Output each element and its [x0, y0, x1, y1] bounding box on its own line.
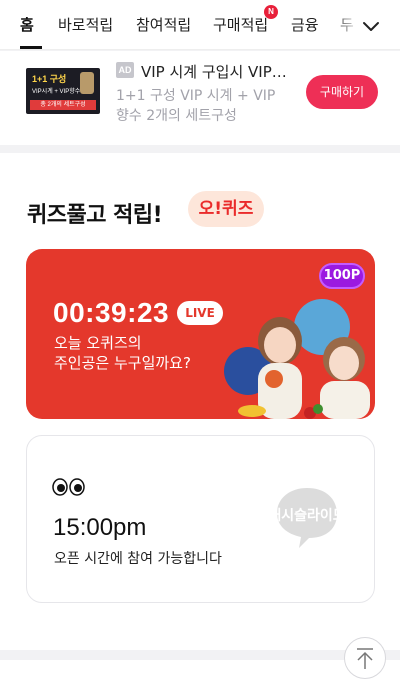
quiz-section: 퀴즈풀고 적립! 오!퀴즈 100P 00:39:23 LIVE 오늘 오퀴즈의… [0, 153, 400, 650]
tab-home[interactable]: 홈 [20, 14, 34, 35]
quiz-question: 오늘 오퀴즈의 주인공은 누구일까요? [54, 333, 244, 373]
brand-speech-icon: 캐시슬라이드 [275, 488, 339, 548]
buy-button[interactable]: 구매하기 [306, 75, 378, 109]
upcoming-quiz-card[interactable]: 15:00pm 오픈 시간에 참여 가능합니다 캐시슬라이드 [26, 435, 375, 603]
live-badge: LIVE [177, 301, 223, 325]
chevron-down-icon[interactable] [360, 15, 382, 37]
open-message: 오픈 시간에 참여 가능합니다 [54, 551, 222, 567]
tab-purchase-points[interactable]: 구매적립 [213, 14, 268, 35]
bottom-section [0, 660, 400, 692]
watch-image [80, 72, 94, 94]
new-badge: N [264, 5, 278, 19]
tab-finance[interactable]: 금융 [291, 14, 319, 35]
quiz-question-line2: 주인공은 누구일까요? [54, 354, 191, 372]
active-tab-indicator [20, 46, 42, 49]
top-nav: 홈 바로적립 참여적립 구매적립 N 금융 두 [0, 0, 400, 50]
ad-badge: AD [116, 62, 134, 78]
points-badge: 100P [319, 263, 365, 289]
scroll-top-arrow-icon [357, 648, 373, 669]
ad-title[interactable]: VIP 시계 구입시 VIP 향수 [141, 61, 291, 82]
brand-text: 캐시슬라이드 [275, 507, 339, 524]
oquiz-logo: 오!퀴즈 [188, 191, 264, 227]
tab-participation-points[interactable]: 참여적립 [136, 14, 191, 35]
ad-thumb-ribbon: 총 2개의 세트구성 [30, 100, 96, 110]
ad-banner[interactable]: 1+1 구성 VIP시계 + VIP향수 총 2개의 세트구성 AD VIP 시… [0, 51, 400, 145]
countdown-timer: 00:39:23 [53, 297, 170, 328]
next-quiz-time: 15:00pm [53, 514, 147, 541]
scroll-to-top-button[interactable] [344, 637, 386, 679]
ad-description: 1+1 구성 VIP 시계 + VIP 향수 2개의 세트구성 [116, 88, 276, 124]
eyes-icon [52, 478, 85, 496]
quiz-question-line1: 오늘 오퀴즈의 [54, 334, 142, 352]
ad-thumb-subline: VIP시계 + VIP향수 [32, 89, 81, 95]
quiz-heading: 퀴즈풀고 적립! [27, 203, 163, 228]
ad-thumbnail[interactable]: 1+1 구성 VIP시계 + VIP향수 총 2개의 세트구성 [26, 68, 100, 114]
tab-instant-points[interactable]: 바로적립 [58, 14, 113, 35]
ad-thumb-headline: 1+1 구성 [32, 74, 67, 84]
live-quiz-card[interactable]: 100P 00:39:23 LIVE 오늘 오퀴즈의 주인공은 누구일까요? [26, 249, 375, 419]
